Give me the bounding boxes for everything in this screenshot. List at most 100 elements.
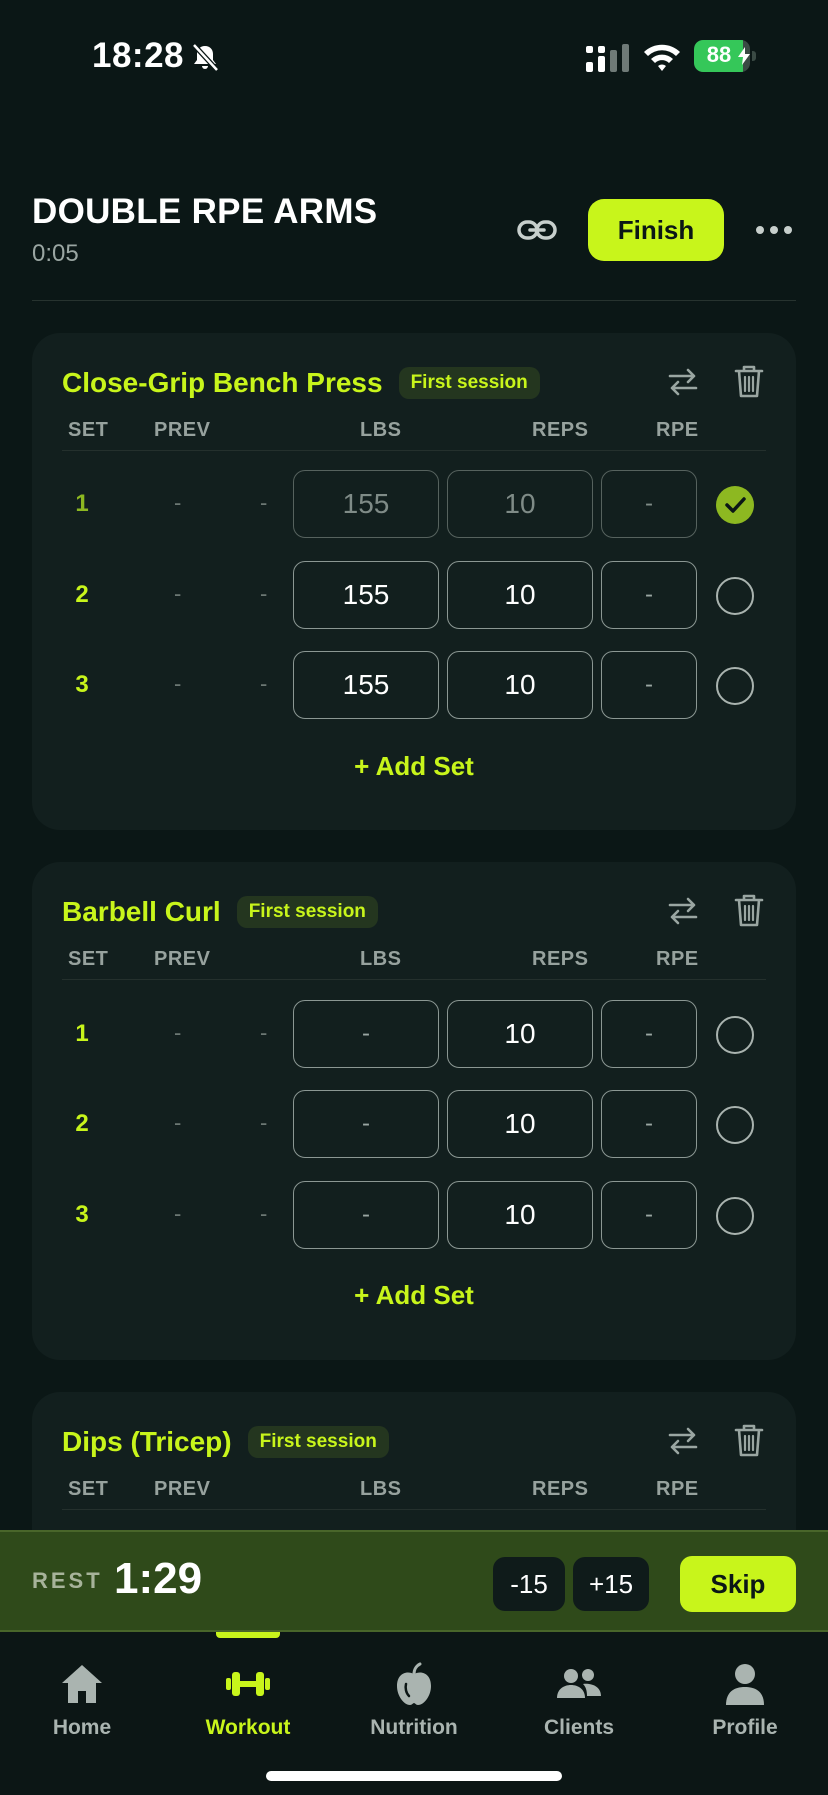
prev-value: - xyxy=(174,490,182,515)
rpe-input[interactable]: - xyxy=(601,561,697,629)
home-indicator xyxy=(266,1771,562,1781)
prev-value-secondary: - xyxy=(260,671,268,696)
weight-input[interactable]: - xyxy=(293,1090,439,1158)
rpe-input[interactable]: - xyxy=(601,651,697,719)
more-dot-icon xyxy=(784,226,792,234)
battery-icon: 88 xyxy=(694,40,756,72)
tab-nutrition[interactable]: Nutrition xyxy=(339,1662,489,1740)
set-complete-checkbox[interactable] xyxy=(716,1197,754,1235)
add-set-button[interactable]: + Add Set xyxy=(32,1280,796,1311)
set-row: 2 - - - 10 - xyxy=(32,1090,796,1158)
status-bar: 18:28 88 xyxy=(0,0,828,110)
col-rpe: RPE xyxy=(656,1478,699,1500)
column-headers: SET PREV LBS REPS RPE xyxy=(62,944,766,980)
tab-label: Clients xyxy=(543,1716,614,1739)
col-weight: LBS xyxy=(360,1478,402,1500)
reps-input[interactable]: 10 xyxy=(447,561,593,629)
prev-value-secondary: - xyxy=(260,1110,268,1135)
col-rpe: RPE xyxy=(656,419,699,441)
more-dot-icon xyxy=(756,226,764,234)
first-session-badge: First session xyxy=(247,1426,389,1458)
set-row: 3 - - - 10 - xyxy=(32,1181,796,1249)
reps-input[interactable]: 10 xyxy=(447,470,593,538)
workout-timer: 0:05 xyxy=(32,240,79,267)
link-icon xyxy=(517,220,557,240)
tab-workout[interactable]: Workout xyxy=(173,1662,323,1740)
col-set: SET xyxy=(68,1478,109,1500)
set-complete-checkbox[interactable] xyxy=(716,1106,754,1144)
rest-minus-15-button[interactable]: -15 xyxy=(493,1557,565,1611)
rpe-input[interactable]: - xyxy=(601,1000,697,1068)
tab-home[interactable]: Home xyxy=(7,1662,157,1740)
tab-label: Workout xyxy=(205,1716,291,1739)
set-complete-checkbox[interactable] xyxy=(716,667,754,705)
battery-percent: 88 xyxy=(706,42,732,67)
col-set: SET xyxy=(68,948,109,970)
plus-icon: + xyxy=(354,751,376,781)
weight-input[interactable]: 155 xyxy=(293,651,439,719)
weight-input[interactable]: 155 xyxy=(293,561,439,629)
skip-rest-button[interactable]: Skip xyxy=(680,1556,796,1612)
exercise-name[interactable]: Barbell Curl xyxy=(62,896,221,928)
more-dot-icon xyxy=(770,226,778,234)
prev-value: - xyxy=(174,671,182,696)
exercise-card: Barbell Curl First session SET PREV LBS … xyxy=(32,862,796,1360)
col-prev: PREV xyxy=(154,948,211,970)
profile-icon xyxy=(726,1664,764,1705)
prev-value-secondary: - xyxy=(260,490,268,515)
set-complete-checkbox[interactable] xyxy=(716,486,754,524)
rpe-input[interactable]: - xyxy=(601,1181,697,1249)
reps-input[interactable]: 10 xyxy=(447,1000,593,1068)
finish-button[interactable]: Finish xyxy=(588,199,724,261)
prev-value-secondary: - xyxy=(260,581,268,606)
trash-icon[interactable] xyxy=(734,1422,764,1458)
col-reps: REPS xyxy=(532,1478,589,1500)
reps-input[interactable]: 10 xyxy=(447,1181,593,1249)
rpe-input[interactable]: - xyxy=(601,470,697,538)
prev-value-secondary: - xyxy=(260,1201,268,1226)
apple-icon xyxy=(397,1662,431,1705)
status-time: 18:28 xyxy=(92,36,185,75)
add-set-label: Add Set xyxy=(375,751,474,781)
rest-plus-15-button[interactable]: +15 xyxy=(573,1557,649,1611)
add-set-button[interactable]: + Add Set xyxy=(32,751,796,782)
col-prev: PREV xyxy=(154,419,211,441)
tab-profile[interactable]: Profile xyxy=(670,1662,820,1740)
trash-icon[interactable] xyxy=(734,892,764,928)
exercise-name[interactable]: Close-Grip Bench Press xyxy=(62,367,383,399)
header-divider xyxy=(32,300,796,301)
rest-timer-bar: REST 1:29 -15 +15 Skip xyxy=(0,1530,828,1632)
exercise-card: Close-Grip Bench Press First session SET… xyxy=(32,333,796,830)
set-row: 1 - - - 10 - xyxy=(32,1000,796,1068)
set-number: 2 xyxy=(75,581,89,608)
set-complete-checkbox[interactable] xyxy=(716,577,754,615)
weight-input[interactable]: 155 xyxy=(293,470,439,538)
rest-countdown: 1:29 xyxy=(114,1554,203,1603)
weight-input[interactable]: - xyxy=(293,1000,439,1068)
swap-exercise-icon[interactable] xyxy=(666,365,700,399)
exercise-name[interactable]: Dips (Tricep) xyxy=(62,1426,232,1458)
swap-exercise-icon[interactable] xyxy=(666,1424,700,1458)
prev-value: - xyxy=(174,581,182,606)
home-icon xyxy=(62,1665,102,1703)
set-number: 1 xyxy=(75,1020,89,1047)
set-number: 3 xyxy=(75,671,89,698)
link-button[interactable] xyxy=(514,210,560,250)
charging-bolt-icon xyxy=(738,47,750,65)
set-complete-checkbox[interactable] xyxy=(716,1016,754,1054)
col-set: SET xyxy=(68,419,109,441)
weight-input[interactable]: - xyxy=(293,1181,439,1249)
swap-exercise-icon[interactable] xyxy=(666,894,700,928)
reps-input[interactable]: 10 xyxy=(447,1090,593,1158)
column-headers: SET PREV LBS REPS RPE xyxy=(62,415,766,451)
tab-clients[interactable]: Clients xyxy=(504,1662,654,1740)
set-row: 2 - - 155 10 - xyxy=(32,561,796,629)
prev-value: - xyxy=(174,1110,182,1135)
trash-icon[interactable] xyxy=(734,363,764,399)
prev-value-secondary: - xyxy=(260,1020,268,1045)
reps-input[interactable]: 10 xyxy=(447,651,593,719)
more-options-button[interactable] xyxy=(752,214,796,246)
add-set-label: Add Set xyxy=(375,1280,474,1310)
rpe-input[interactable]: - xyxy=(601,1090,697,1158)
workout-title: DOUBLE RPE ARMS xyxy=(32,192,378,231)
